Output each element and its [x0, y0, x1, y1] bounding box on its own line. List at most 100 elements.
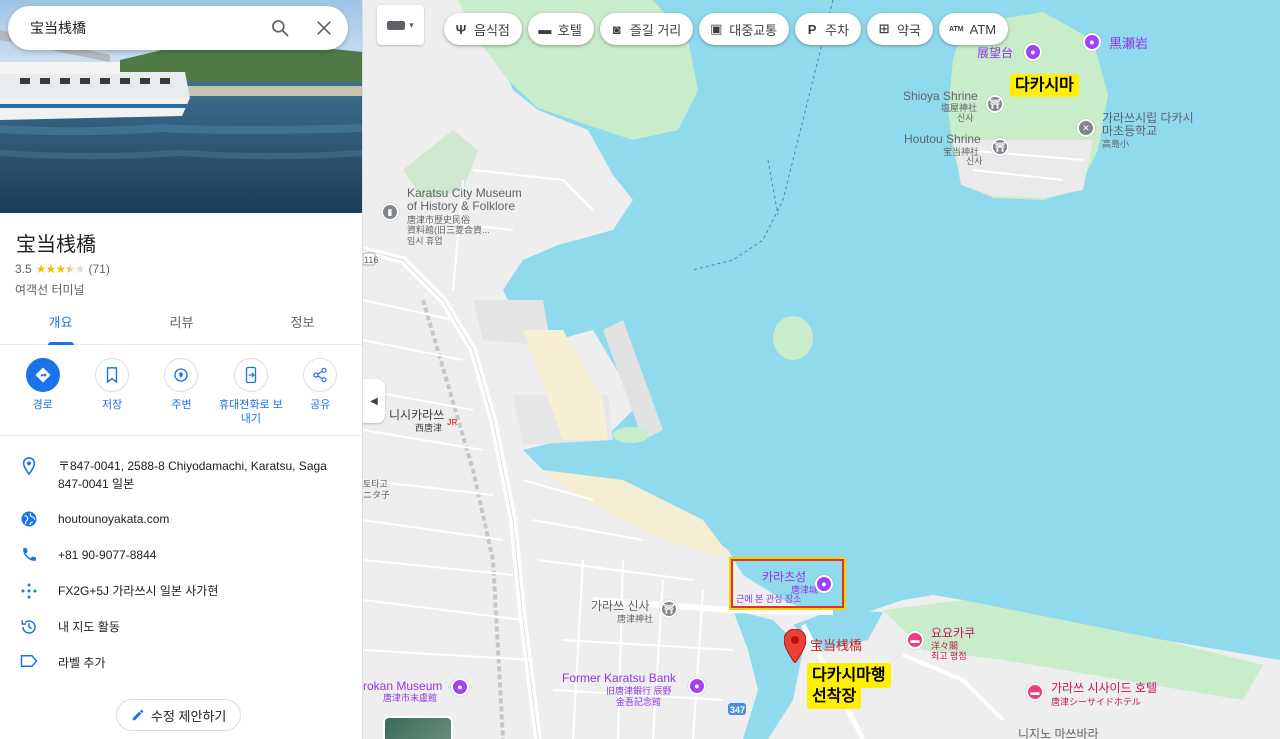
- poi-label-museum-2: of History & Folklore: [407, 199, 516, 213]
- share-button[interactable]: 공유: [287, 358, 353, 426]
- museum-icon[interactable]: ●: [451, 678, 469, 696]
- place-tabs: 개요 리뷰 정보: [0, 303, 362, 345]
- chip-label: 호텔: [557, 22, 582, 38]
- shrine-icon[interactable]: ⛩: [991, 138, 1009, 156]
- activity-row[interactable]: 내 지도 활동: [0, 618, 362, 636]
- poi-sublabel-bank-3: 金吾記念館: [616, 697, 662, 707]
- suggest-edit-button[interactable]: 수정 제안하기: [116, 699, 242, 731]
- chip-atm[interactable]: ATM ATM: [938, 13, 1009, 45]
- chip-label: 주차: [825, 22, 850, 38]
- poi-label-matsuro-1[interactable]: rokan Museum: [363, 680, 442, 693]
- poi-label-houtou[interactable]: Houtou Shrine: [904, 133, 981, 146]
- castle-icon[interactable]: ●: [815, 575, 833, 593]
- poi-sublabel-houtou-kr: 신사: [966, 156, 983, 166]
- tab-reviews[interactable]: 리뷰: [121, 303, 242, 344]
- map-canvas[interactable]: ▾ ◀ Ψ 음식점 ▬ 호텔 ◙ 즐길 거리 ▣ 대중교통 P 주차 ⊞ 약국: [363, 0, 1280, 739]
- share-label: 공유: [310, 399, 331, 411]
- review-count[interactable]: (71): [89, 262, 110, 276]
- hotel-icon[interactable]: ▬: [1026, 683, 1044, 701]
- observation-deck-icon[interactable]: ●: [1024, 43, 1042, 61]
- chip-restaurant[interactable]: Ψ 음식점: [444, 13, 522, 45]
- poi-label-kurosegan[interactable]: 黒瀬岩: [1109, 37, 1148, 50]
- poi-label-seaside-hotel[interactable]: 가라쓰 시사이드 호텔: [1051, 682, 1157, 695]
- chip-hotel[interactable]: ▬ 호텔: [527, 13, 594, 45]
- hotel-icon[interactable]: ▬: [906, 631, 924, 649]
- chip-label: ATM: [969, 21, 997, 37]
- chip-label: 즐길 거리: [629, 22, 682, 38]
- keyboard-icon: [387, 20, 406, 30]
- poi-sublabel-shioya-jp: 塩屋神社: [941, 103, 978, 113]
- plus-code-icon: [21, 583, 37, 599]
- restaurant-icon: Ψ: [455, 21, 467, 37]
- chip-pharmacy[interactable]: ⊞ 약국: [867, 13, 933, 45]
- rating-row[interactable]: 3.5 ★★★★★ (71): [15, 262, 110, 276]
- poi-sublabel-matsuro-2: 唐津市末盧館: [383, 693, 438, 703]
- poi-label-shioya[interactable]: Shioya Shrine: [903, 90, 978, 103]
- save-button[interactable]: 저장: [79, 358, 145, 426]
- poi-label-tenbodai[interactable]: 展望台: [977, 47, 1013, 60]
- poi-sublabel-museum-status: 임시 휴업: [407, 236, 443, 246]
- museum-icon[interactable]: ▮: [381, 203, 399, 221]
- place-panel: 宝当桟橋 3.5 ★★★★★ (71) 여객선 터미널 개요 리뷰 정보 경로: [0, 0, 363, 739]
- send-to-phone-button[interactable]: 휴대전화로 보내기: [218, 358, 284, 426]
- jr-station-icon[interactable]: JR: [447, 416, 457, 429]
- divider: [0, 435, 362, 436]
- poi-sublabel-yoyokaku-rating: 최고 평점: [931, 651, 967, 661]
- close-icon[interactable]: [314, 18, 334, 38]
- category-chips: Ψ 음식점 ▬ 호텔 ◙ 즐길 거리 ▣ 대중교통 P 주차 ⊞ 약국 ATM …: [444, 13, 1009, 45]
- poi-label-karatsu-shrine[interactable]: 가라쓰 신사: [591, 600, 650, 613]
- poi-sublabel-seaside-hotel-jp: 唐津シーサイドホテル: [1051, 697, 1141, 707]
- shrine-icon[interactable]: ⛩: [986, 95, 1004, 113]
- chip-transit[interactable]: ▣ 대중교통: [699, 13, 790, 45]
- search-icon[interactable]: [270, 18, 290, 38]
- area-label-2: ニタ子: [363, 490, 391, 500]
- phone-icon: [22, 548, 36, 561]
- landmark-icon[interactable]: ●: [1083, 33, 1101, 51]
- chevron-down-icon: ▾: [409, 19, 414, 30]
- website-row[interactable]: houtounoyakata.com: [0, 510, 362, 528]
- label-row[interactable]: 라벨 추가: [0, 654, 362, 672]
- station-label-nishikaratsu[interactable]: 니시카라쓰: [389, 409, 444, 422]
- collapse-panel-button[interactable]: ◀: [363, 379, 385, 423]
- plus-code-row[interactable]: FX2G+5J 가라쓰시 일본 사가현: [0, 582, 362, 600]
- area-label-1: 토타고: [363, 479, 388, 489]
- chevron-left-icon: ◀: [370, 395, 378, 407]
- chip-label: 약국: [897, 22, 921, 38]
- history-icon: [21, 620, 36, 634]
- map-layers-button[interactable]: ▾: [377, 5, 424, 45]
- search-input[interactable]: [30, 20, 250, 36]
- school-icon[interactable]: ✕: [1077, 119, 1095, 137]
- poi-sublabel-school-jp: 高島小: [1102, 139, 1130, 149]
- phone-row[interactable]: +81 90-9077-8844: [0, 546, 362, 564]
- chip-attractions[interactable]: ◙ 즐길 거리: [599, 13, 694, 45]
- plus-code-text: FX2G+5J 가라쓰시 일본 사가현: [58, 584, 219, 598]
- tab-about[interactable]: 정보: [242, 303, 362, 344]
- poi-sublabel-shioya-kr: 신사: [957, 113, 974, 123]
- poi-label-school-2: 마초등학교: [1102, 124, 1158, 138]
- poi-label-yoyokaku[interactable]: 요요카쿠: [931, 627, 975, 640]
- nearby-label: 주변: [171, 399, 192, 411]
- selected-place-pin-icon[interactable]: [784, 629, 806, 663]
- shrine-icon[interactable]: ⛩: [660, 600, 678, 618]
- suggest-edit-label: 수정 제안하기: [151, 708, 227, 724]
- museum-icon[interactable]: ●: [688, 677, 706, 695]
- area-label-nijino: 니지노 마쓰바라: [1018, 727, 1099, 739]
- place-category[interactable]: 여객선 터미널: [15, 281, 85, 298]
- layers-thumbnail[interactable]: [383, 716, 453, 739]
- website-text: houtounoyakata.com: [58, 512, 170, 526]
- chip-parking[interactable]: P 주차: [795, 13, 862, 45]
- location-pin-icon: [22, 457, 36, 475]
- poi-label-pier[interactable]: 宝当桟橋: [810, 639, 862, 652]
- chip-label: 대중교통: [729, 22, 778, 38]
- poi-sublabel-karatsu-shrine-jp: 唐津神社: [617, 614, 654, 624]
- camera-icon: ◙: [612, 21, 621, 37]
- poi-label-bank-1[interactable]: Former Karatsu Bank: [562, 672, 676, 685]
- poi-label-karatsu-castle[interactable]: 카라츠성: [762, 571, 806, 584]
- address-row[interactable]: 〒847-0041, 2588-8 Chiyodamachi, Karatsu,…: [0, 457, 362, 493]
- send-to-phone-label: 휴대전화로 보내기: [218, 399, 283, 425]
- phone-text: +81 90-9077-8844: [58, 548, 157, 562]
- nearby-button[interactable]: 주변: [148, 358, 214, 426]
- tab-overview[interactable]: 개요: [0, 303, 121, 344]
- label-icon: [20, 655, 38, 667]
- directions-button[interactable]: 경로: [10, 358, 76, 426]
